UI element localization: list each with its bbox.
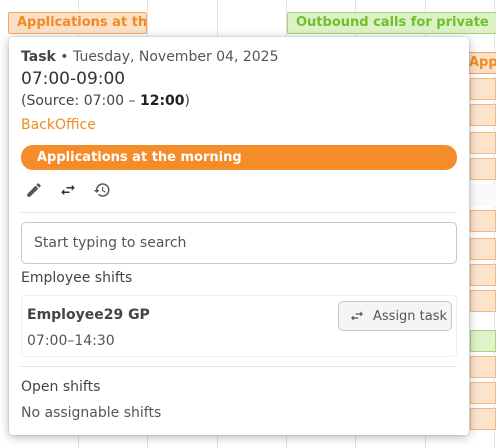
employee-shift-item: Employee29 GP 07:00–14:30 Assign task (21, 295, 457, 357)
assign-task-label: Assign task (373, 308, 448, 324)
background-task-block[interactable]: Appl (466, 52, 496, 74)
task-name-bar: Applications at the morning (21, 145, 457, 170)
schedule-cell[interactable] (470, 264, 496, 286)
divider (21, 366, 457, 367)
source-prefix: (Source: 07:00 – (21, 93, 140, 109)
background-task-block[interactable]: Outbound calls for private (287, 12, 496, 34)
schedule-cell[interactable] (470, 356, 496, 378)
task-time-range: 07:00-09:00 (21, 69, 126, 89)
edit-icon[interactable] (23, 179, 45, 201)
schedule-cell[interactable] (470, 330, 496, 352)
task-details-popup: Task • Tuesday, November 04, 2025 07:00-… (9, 37, 469, 435)
employee-name: Employee29 GP (27, 307, 150, 323)
schedule-cell[interactable] (470, 104, 496, 126)
department-link[interactable]: BackOffice (21, 117, 96, 133)
task-kind: Task (21, 49, 56, 65)
swap-icon[interactable] (57, 179, 79, 201)
task-header: Task • Tuesday, November 04, 2025 (21, 49, 279, 65)
task-actions (23, 179, 113, 201)
schedule-cell[interactable] (470, 184, 496, 206)
schedule-cell[interactable] (470, 210, 496, 232)
task-source: (Source: 07:00 – 12:00) (21, 93, 190, 109)
no-assignable-shifts-text: No assignable shifts (21, 405, 162, 421)
history-icon[interactable] (91, 179, 113, 201)
schedule-cell[interactable] (470, 382, 496, 404)
schedule-cell[interactable] (470, 132, 496, 154)
header-separator: • (55, 49, 74, 65)
schedule-cell[interactable] (470, 158, 496, 180)
employee-shifts-title: Employee shifts (21, 270, 133, 286)
task-date: Tuesday, November 04, 2025 (73, 49, 279, 65)
swap-icon (349, 308, 365, 324)
assign-task-button[interactable]: Assign task (338, 301, 452, 331)
schedule-cell[interactable] (470, 290, 496, 312)
schedule-cell[interactable] (470, 78, 496, 100)
open-shifts-title: Open shifts (21, 379, 101, 395)
source-end-time: 12:00 (139, 93, 185, 109)
divider (21, 212, 457, 213)
schedule-cell[interactable] (470, 408, 496, 430)
background-task-block[interactable]: Applications at the m (8, 12, 147, 34)
source-suffix: ) (184, 93, 191, 109)
shift-time: 07:00–14:30 (27, 333, 115, 349)
search-input[interactable] (21, 222, 457, 264)
schedule-cell[interactable] (470, 238, 496, 260)
